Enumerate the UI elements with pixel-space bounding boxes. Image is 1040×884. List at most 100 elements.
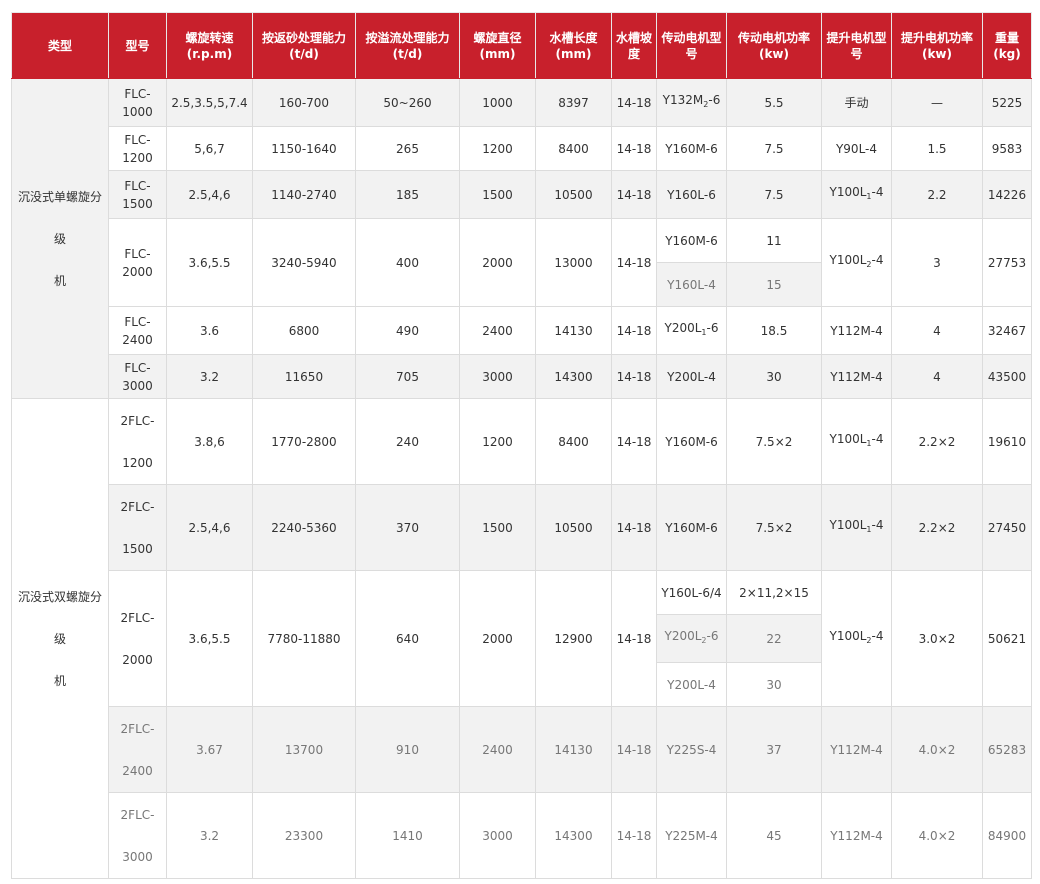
table-row: 沉没式单螺旋分级 机 FLC-1000 2.5,3.5,5,7.4 160-70… xyxy=(11,78,1032,399)
drive-power-cell: 30 xyxy=(726,354,822,399)
drive-model-cell: Y200L1-6 xyxy=(656,306,727,355)
slope-cell: 14-18 xyxy=(611,218,657,307)
overflow-capacity-cell: 490 xyxy=(355,306,460,355)
length-cell: 13000 xyxy=(535,218,612,307)
speed-cell: 2.5,4,6 xyxy=(166,170,253,219)
model-cell: FLC-2400 xyxy=(108,306,167,355)
overflow-capacity-cell: 640 xyxy=(355,570,460,707)
model-cell: FLC-1500 xyxy=(108,170,167,219)
slope-cell: 14-18 xyxy=(611,484,657,571)
lift-power-cell: 4.0×2 xyxy=(891,792,983,879)
drive-model-cell: Y200L2-6 xyxy=(656,614,727,663)
sand-capacity-cell: 7780-11880 xyxy=(252,570,356,707)
drive-model-cell: Y225S-4 xyxy=(656,706,727,793)
sand-capacity-cell: 1770-2800 xyxy=(252,398,356,485)
header-cell: 提升电机型号 xyxy=(821,12,892,79)
category-line: 沉没式单螺旋分级 xyxy=(17,189,102,246)
header-row: 类型 型号 螺旋转速 (r.p.m) 按返砂处理能力 (t/d) 按溢流处理能力… xyxy=(11,12,1032,79)
spec-table: 类型 型号 螺旋转速 (r.p.m) 按返砂处理能力 (t/d) 按溢流处理能力… xyxy=(11,12,1032,879)
lift-model-cell: Y100L2-4 xyxy=(821,218,892,307)
weight-cell: 27753 xyxy=(982,218,1032,307)
diameter-cell: 2000 xyxy=(459,570,536,707)
table-row: FLC-1200 5,6,7 1150-1640 265 1200 8400 1… xyxy=(12,126,1032,171)
lift-model-cell: Y100L1-4 xyxy=(821,484,892,571)
drive-model-cell: Y160M-6 xyxy=(656,398,727,485)
lift-power-cell: 4 xyxy=(891,354,983,399)
slope-cell: 14-18 xyxy=(611,306,657,355)
lift-power-cell: 2.2×2 xyxy=(891,398,983,485)
lift-power-cell: 3 xyxy=(891,218,983,307)
sand-capacity-cell: 23300 xyxy=(252,792,356,879)
diameter-cell: 1200 xyxy=(459,126,536,171)
weight-cell: 84900 xyxy=(982,792,1032,879)
diameter-cell: 2000 xyxy=(459,218,536,307)
drive-model-cell: Y160L-4 xyxy=(656,262,727,307)
lift-model-cell: Y112M-4 xyxy=(821,354,892,399)
header-cell: 提升电机功率 (kw) xyxy=(891,12,983,79)
sand-capacity-cell: 13700 xyxy=(252,706,356,793)
category-line: 机 xyxy=(53,673,66,688)
header-cell: 按返砂处理能力 (t/d) xyxy=(252,12,356,79)
sand-capacity-cell: 11650 xyxy=(252,354,356,399)
diameter-cell: 1500 xyxy=(459,170,536,219)
diameter-cell: 1200 xyxy=(459,398,536,485)
slope-cell: 14-18 xyxy=(611,354,657,399)
lift-power-cell: 3.0×2 xyxy=(891,570,983,707)
sand-capacity-cell: 160-700 xyxy=(252,78,356,127)
sand-capacity-cell: 1140-2740 xyxy=(252,170,356,219)
overflow-capacity-cell: 910 xyxy=(355,706,460,793)
drive-model-cell: Y225M-4 xyxy=(656,792,727,879)
slope-cell: 14-18 xyxy=(611,126,657,171)
diameter-cell: 2400 xyxy=(459,706,536,793)
slope-cell: 14-18 xyxy=(611,792,657,879)
lift-power-cell: 4.0×2 xyxy=(891,706,983,793)
model-cell: 2FLC- 2400 xyxy=(108,706,167,793)
overflow-capacity-cell: 370 xyxy=(355,484,460,571)
model-cell: 2FLC- 2000 xyxy=(108,570,167,707)
speed-cell: 3.2 xyxy=(166,354,253,399)
length-cell: 14130 xyxy=(535,306,612,355)
speed-cell: 3.6,5.5 xyxy=(166,218,253,307)
drive-power-cell: 7.5×2 xyxy=(726,484,822,571)
model-cell: FLC-3000 xyxy=(108,354,167,399)
drive-model-cell: Y160M-6 xyxy=(656,126,727,171)
overflow-capacity-cell: 1410 xyxy=(355,792,460,879)
model-cell: FLC-2000 xyxy=(108,218,167,307)
length-cell: 14300 xyxy=(535,792,612,879)
header-cell: 类型 xyxy=(11,12,109,79)
drive-power-cell: 30 xyxy=(726,662,822,707)
header-cell: 按溢流处理能力 (t/d) xyxy=(355,12,460,79)
diameter-cell: 1000 xyxy=(459,78,536,127)
overflow-capacity-cell: 50~260 xyxy=(355,78,460,127)
lift-model-cell: Y100L1-4 xyxy=(821,170,892,219)
drive-power-cell: 7.5 xyxy=(726,126,822,171)
lift-power-cell: 2.2×2 xyxy=(891,484,983,571)
speed-cell: 3.2 xyxy=(166,792,253,879)
model-cell: 2FLC- 1200 xyxy=(108,398,167,485)
drive-model-cell: Y200L-4 xyxy=(656,662,727,707)
table-row: FLC-3000 3.2 11650 705 3000 14300 14-18 … xyxy=(12,354,1032,399)
table-row: FLC-2000 3.6,5.5 3240-5940 400 2000 1300… xyxy=(12,218,1032,307)
lift-model-cell: Y100L2-4 xyxy=(821,570,892,707)
drive-power-cell: 7.5 xyxy=(726,170,822,219)
drive-power-cell: 45 xyxy=(726,792,822,879)
length-cell: 8397 xyxy=(535,78,612,127)
slope-cell: 14-18 xyxy=(611,706,657,793)
lift-power-cell: 2.2 xyxy=(891,170,983,219)
length-cell: 8400 xyxy=(535,398,612,485)
category-line: 沉没式双螺旋分级 xyxy=(17,589,102,646)
slope-cell: 14-18 xyxy=(611,398,657,485)
lift-model-cell: Y90L-4 xyxy=(821,126,892,171)
model-cell: FLC-1200 xyxy=(108,126,167,171)
drive-model-cell: Y132M2-6 xyxy=(656,78,727,127)
header-cell: 水槽长度 (mm) xyxy=(535,12,612,79)
weight-cell: 14226 xyxy=(982,170,1032,219)
weight-cell: 50621 xyxy=(982,570,1032,707)
diameter-cell: 3000 xyxy=(459,792,536,879)
lift-model-cell: 手动 xyxy=(821,78,892,127)
slope-cell: 14-18 xyxy=(611,78,657,127)
length-cell: 10500 xyxy=(535,170,612,219)
overflow-capacity-cell: 240 xyxy=(355,398,460,485)
header-cell: 螺旋转速 (r.p.m) xyxy=(166,12,253,79)
speed-cell: 2.5,4,6 xyxy=(166,484,253,571)
